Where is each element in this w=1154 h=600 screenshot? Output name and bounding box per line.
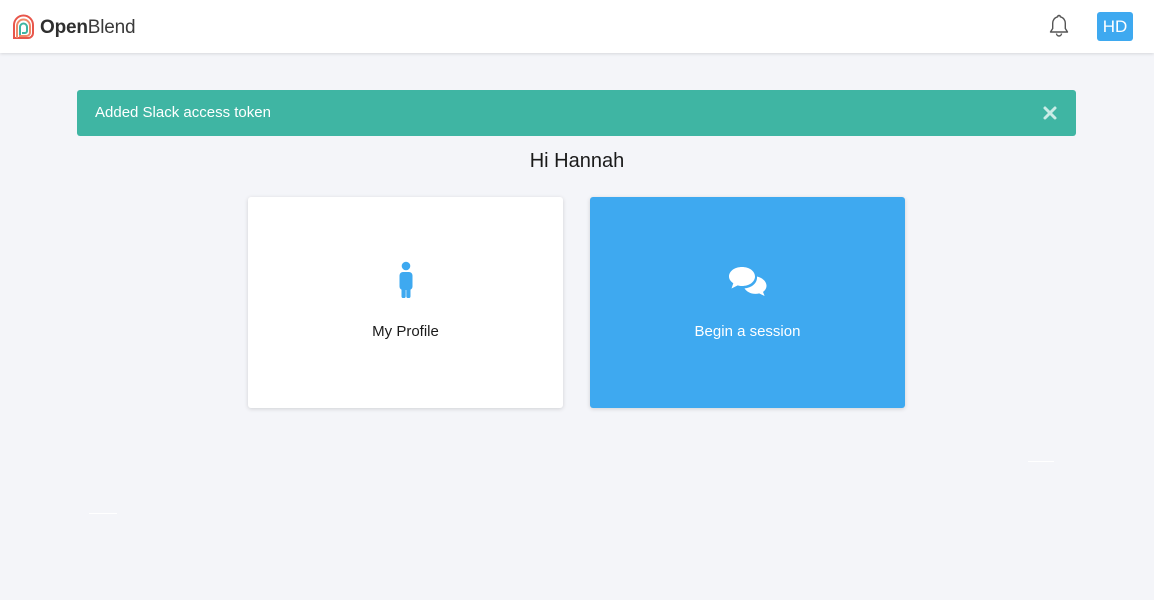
begin-session-card[interactable]: Begin a session [590, 197, 905, 408]
openblend-logo-icon [13, 14, 34, 39]
divider [89, 513, 117, 514]
top-navbar: OpenBlend HD [0, 0, 1154, 53]
app-name-part2: Blend [87, 17, 136, 38]
bell-icon [1049, 14, 1069, 37]
success-alert: Added Slack access token [77, 90, 1076, 136]
user-avatar[interactable]: HD [1097, 12, 1133, 41]
openblend-logo[interactable]: OpenBlend [10, 14, 136, 41]
close-icon[interactable] [1042, 105, 1058, 121]
greeting-heading: Hi Hannah [529, 150, 625, 172]
notifications-button[interactable] [1047, 13, 1071, 39]
chat-bubbles-icon [728, 267, 766, 296]
app-name-part1: Open [40, 17, 88, 38]
alert-message: Added Slack access token [95, 104, 271, 121]
my-profile-card[interactable]: My Profile [248, 197, 563, 408]
begin-session-label: Begin a session [694, 323, 801, 340]
person-icon [399, 261, 412, 298]
my-profile-label: My Profile [372, 323, 439, 340]
divider [1028, 461, 1054, 462]
app-name: OpenBlend [40, 14, 136, 41]
